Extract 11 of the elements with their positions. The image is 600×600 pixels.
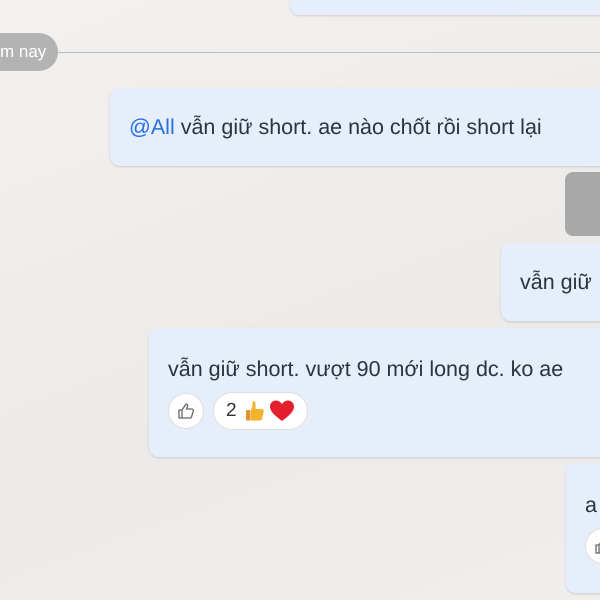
like-button[interactable] [168, 392, 204, 428]
reaction-count: 2 [226, 400, 237, 422]
message-text: vẫn giữ short. vượt 90 mới long dc. ko ae [168, 356, 564, 380]
message-text: vẫn giữ short. ae nào chốt rồi short lại [180, 115, 542, 139]
heart-icon [268, 398, 295, 422]
date-divider-label: m nay [0, 33, 58, 71]
reaction-summary[interactable]: 2 [213, 392, 308, 430]
message-text: vẫn giữ [520, 270, 592, 294]
message-text: a [585, 493, 597, 517]
mention-link[interactable]: @All [129, 115, 175, 139]
thumbs-up-icon [176, 400, 196, 420]
